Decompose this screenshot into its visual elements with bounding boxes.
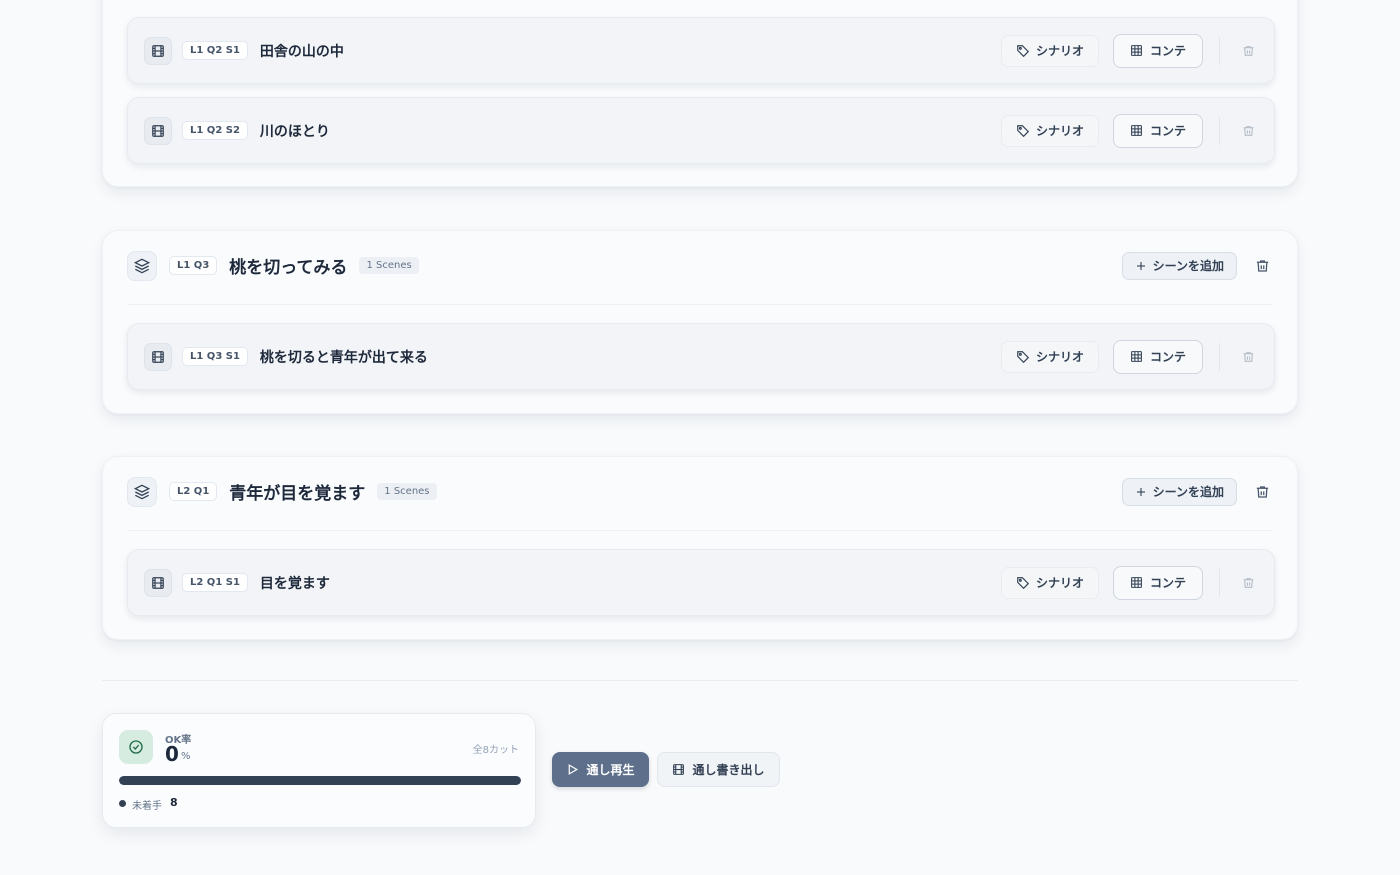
plus-icon	[1136, 487, 1145, 496]
conte-button[interactable]: コンテ	[1112, 565, 1203, 600]
conte-label: コンテ	[1149, 44, 1186, 58]
play-all-label: 通し再生	[586, 763, 635, 777]
scene-count-badge: 1 Scenes	[359, 257, 419, 274]
trash-icon	[1243, 351, 1253, 362]
scene-row[interactable]: L2 Q1 S1 目を覚ます シナリオ コンテ	[127, 549, 1275, 616]
add-scene-label: シーンを追加	[1152, 259, 1224, 273]
film-icon	[144, 36, 172, 65]
grid-icon	[1131, 577, 1142, 588]
scene-title: 田舎の山の中	[259, 43, 344, 60]
progress-bar	[119, 776, 521, 785]
trash-icon	[1243, 125, 1253, 136]
question-header: L2 Q1 青年が目を覚ます 1 Scenes シーンを追加	[127, 461, 1273, 531]
scene-title: 川のほとり	[259, 123, 330, 140]
grid-icon	[1131, 125, 1142, 136]
layers-icon	[127, 250, 157, 281]
check-circle-icon	[119, 730, 153, 764]
conte-label: コンテ	[1149, 576, 1186, 590]
conte-label: コンテ	[1149, 124, 1186, 138]
tag-icon	[1017, 350, 1030, 363]
scenario-label: シナリオ	[1035, 576, 1084, 590]
scene-code: L1 Q2 S2	[182, 121, 248, 140]
total-cuts: 全8カット	[472, 745, 519, 756]
episode-page: L1 Q2 S1 田舎の山の中 シナリオ コンテ L1 Q2 S2 川のほとり	[0, 0, 1400, 875]
conte-label: コンテ	[1149, 350, 1186, 364]
film-icon	[144, 116, 172, 145]
export-all-button[interactable]: 通し書き出し	[657, 752, 780, 787]
layers-icon	[127, 476, 157, 507]
film-icon	[144, 568, 172, 597]
add-scene-button[interactable]: シーンを追加	[1121, 251, 1237, 280]
scenario-label: シナリオ	[1035, 350, 1084, 364]
not-started-count: 8	[170, 796, 178, 809]
delete-scene-button[interactable]	[1238, 41, 1258, 61]
tag-icon	[1017, 576, 1030, 589]
divider	[1219, 568, 1220, 597]
scene-row[interactable]: L1 Q2 S1 田舎の山の中 シナリオ コンテ	[127, 17, 1275, 84]
scene-code: L1 Q2 S1	[182, 41, 248, 60]
section-divider	[102, 680, 1298, 681]
scenario-label: シナリオ	[1035, 124, 1084, 138]
tag-icon	[1017, 124, 1030, 137]
conte-button[interactable]: コンテ	[1112, 339, 1203, 374]
scene-row[interactable]: L1 Q3 S1 桃を切ると青年が出て来る シナリオ コンテ	[127, 323, 1275, 390]
trash-icon	[1256, 485, 1268, 498]
play-icon	[569, 764, 579, 775]
scenario-button[interactable]: シナリオ	[1000, 340, 1099, 373]
scenario-button[interactable]: シナリオ	[1000, 566, 1099, 599]
question-title: 桃を切ってみる	[229, 258, 348, 278]
film-icon	[144, 342, 172, 371]
divider	[1219, 116, 1220, 145]
delete-scene-button[interactable]	[1238, 573, 1258, 593]
scene-title: 桃を切ると青年が出て来る	[259, 349, 428, 366]
add-scene-label: シーンを追加	[1152, 485, 1224, 499]
scene-row[interactable]: L1 Q2 S2 川のほとり シナリオ コンテ	[127, 97, 1275, 164]
question-code: L1 Q3	[169, 256, 218, 275]
question-card-l2-q1: L2 Q1 青年が目を覚ます 1 Scenes シーンを追加 L2 Q1 S1 …	[102, 456, 1298, 640]
conte-button[interactable]: コンテ	[1112, 33, 1203, 68]
scene-code: L1 Q3 S1	[182, 347, 248, 366]
add-scene-button[interactable]: シーンを追加	[1121, 477, 1237, 506]
grid-icon	[1131, 351, 1142, 362]
ok-rate-unit: %	[181, 751, 191, 762]
progress-fill	[119, 776, 521, 785]
question-header: L1 Q3 桃を切ってみる 1 Scenes シーンを追加	[127, 235, 1273, 305]
ok-rate-value: 0	[165, 742, 179, 766]
scenario-label: シナリオ	[1035, 44, 1084, 58]
export-all-label: 通し書き出し	[692, 763, 765, 777]
play-all-button[interactable]: 通し再生	[552, 752, 649, 787]
plus-icon	[1136, 261, 1145, 270]
delete-scene-button[interactable]	[1238, 121, 1258, 141]
status-dot	[119, 800, 126, 807]
trash-icon	[1243, 45, 1253, 56]
scenario-button[interactable]: シナリオ	[1000, 34, 1099, 67]
ok-rate-card: OK率 0 % 全8カット 未着手 8	[102, 713, 536, 828]
scene-title: 目を覚ます	[259, 575, 330, 592]
film-icon	[673, 764, 685, 775]
divider	[1219, 36, 1220, 65]
conte-button[interactable]: コンテ	[1112, 113, 1203, 148]
question-card-l1-q3: L1 Q3 桃を切ってみる 1 Scenes シーンを追加 L1 Q3 S1 桃…	[102, 230, 1298, 414]
trash-icon	[1243, 577, 1253, 588]
delete-question-button[interactable]	[1251, 255, 1273, 277]
delete-scene-button[interactable]	[1238, 347, 1258, 367]
not-started-label: 未着手	[132, 801, 162, 812]
question-code: L2 Q1	[169, 482, 218, 501]
tag-icon	[1017, 44, 1030, 57]
scene-code: L2 Q1 S1	[182, 573, 248, 592]
grid-icon	[1131, 45, 1142, 56]
question-card-q2: L1 Q2 S1 田舎の山の中 シナリオ コンテ L1 Q2 S2 川のほとり	[102, 0, 1298, 187]
scene-count-badge: 1 Scenes	[377, 483, 437, 500]
delete-question-button[interactable]	[1251, 481, 1273, 503]
question-title: 青年が目を覚ます	[229, 484, 366, 504]
scenario-button[interactable]: シナリオ	[1000, 114, 1099, 147]
divider	[1219, 342, 1220, 371]
trash-icon	[1256, 259, 1268, 272]
